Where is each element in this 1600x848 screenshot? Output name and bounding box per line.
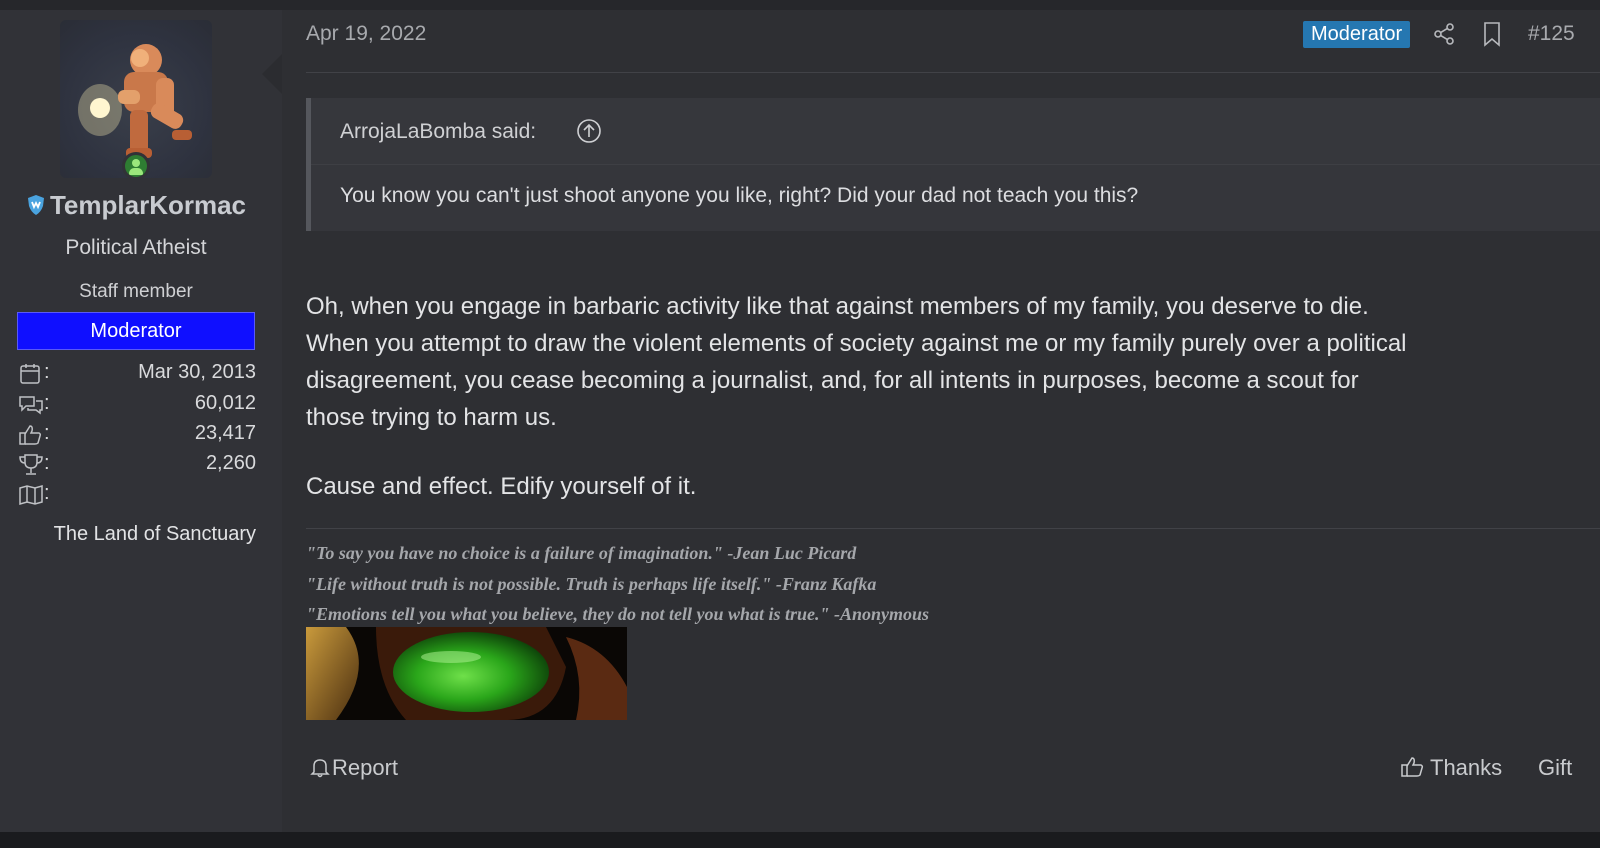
thumbs-up-icon xyxy=(19,425,42,445)
map-icon xyxy=(19,485,43,505)
quote-jump-icon[interactable] xyxy=(576,118,602,144)
quote-author[interactable]: ArrojaLaBomba said: xyxy=(340,120,536,144)
stat-points: : 2,260 xyxy=(18,451,256,481)
message-body: Oh, when you engage in barbaric activity… xyxy=(306,288,1600,436)
user-location[interactable]: The Land of Sanctuary xyxy=(0,523,256,546)
message-line: Oh, when you engage in barbaric activity… xyxy=(306,293,1369,320)
post-date[interactable]: Apr 19, 2022 xyxy=(306,22,426,46)
quote-header: ArrojaLaBomba said: xyxy=(311,98,1600,165)
stat-colon: : xyxy=(44,422,50,444)
stat-colon: : xyxy=(44,452,50,474)
message-closing: Cause and effect. Edify yourself of it. xyxy=(306,473,697,500)
stat-value: Mar 30, 2013 xyxy=(138,361,256,383)
signature-divider xyxy=(306,528,1600,529)
stat-location: : xyxy=(18,481,256,511)
username-row: TemplarKormac xyxy=(0,190,272,221)
share-icon[interactable] xyxy=(1432,22,1456,46)
quote-text: You know you can't just shoot anyone you… xyxy=(340,184,1139,207)
stat-reactions: : 23,417 xyxy=(18,421,256,451)
signature-line: "Life without truth is not possible. Tru… xyxy=(306,573,877,594)
thumbs-up-icon xyxy=(1401,757,1424,777)
bell-icon xyxy=(310,759,330,778)
report-label: Report xyxy=(332,755,399,780)
forum-post: TemplarKormac Political Atheist Staff me… xyxy=(0,10,1600,832)
user-arrow xyxy=(262,54,282,94)
messages-icon xyxy=(19,396,43,415)
gift-button[interactable]: Gift xyxy=(1538,755,1600,781)
thanks-button[interactable]: Thanks xyxy=(1400,755,1502,781)
user-title: Political Atheist xyxy=(65,236,207,259)
staff-label: Staff member xyxy=(79,281,193,302)
stat-value: 60,012 xyxy=(194,392,256,414)
message-line: When you attempt to draw the violent ele… xyxy=(306,330,1407,357)
online-status-icon xyxy=(122,152,150,180)
report-button[interactable]: Report xyxy=(310,755,398,781)
bookmark-icon[interactable] xyxy=(1480,21,1504,47)
signature-line: "Emotions tell you what you believe, the… xyxy=(306,604,930,624)
signature-image xyxy=(306,627,627,720)
stat-joined: : Mar 30, 2013 xyxy=(18,360,256,390)
trophy-icon xyxy=(19,454,43,475)
user-sidebar: TemplarKormac Political Atheist Staff me… xyxy=(0,10,282,832)
stat-value: 23,417 xyxy=(194,422,256,444)
calendar-icon xyxy=(20,364,40,384)
post-number[interactable]: #125 xyxy=(1528,22,1600,46)
stat-value: 2,260 xyxy=(205,452,256,474)
bottom-bar xyxy=(0,832,1600,848)
stat-colon: : xyxy=(44,482,50,504)
message-line: disagreement, you cease becoming a journ… xyxy=(306,367,1359,394)
moderator-badge: Moderator xyxy=(1303,21,1411,48)
quote-block: ArrojaLaBomba said: You know you can't j… xyxy=(306,98,1600,231)
username[interactable]: TemplarKormac xyxy=(50,190,246,220)
thanks-label: Thanks xyxy=(1430,755,1503,780)
signature-line: "To say you have no choice is a failure … xyxy=(306,543,857,563)
staff-shield-icon xyxy=(27,195,44,215)
stat-messages: : 60,012 xyxy=(18,391,256,421)
header-divider xyxy=(306,72,1600,73)
top-bar xyxy=(0,0,1600,10)
signature: "To say you have no choice is a failure … xyxy=(306,538,929,630)
stat-colon: : xyxy=(44,361,50,383)
moderator-banner: Moderator xyxy=(17,312,255,350)
stat-colon: : xyxy=(44,392,50,414)
message-line: those trying to harm us. xyxy=(306,404,557,431)
